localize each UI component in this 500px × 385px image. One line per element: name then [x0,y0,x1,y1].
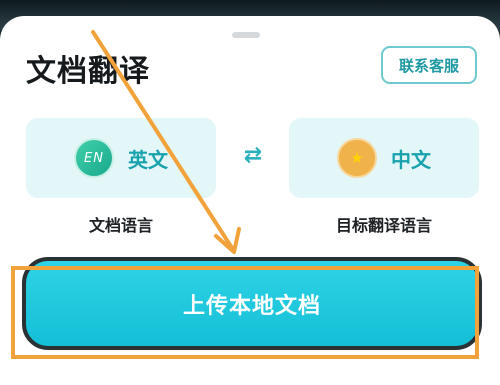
source-language-name: 英文 [128,147,168,172]
source-language-caption: 文档语言 [88,216,153,235]
target-language-name: 中文 [391,147,431,172]
target-language-caption: 目标翻译语言 [335,216,432,235]
china-flag-icon: ★ [337,138,377,178]
target-language-selector[interactable]: ★ 中文 [289,118,479,198]
sheet-drag-handle[interactable] [232,32,260,38]
upload-local-document-button[interactable]: 上传本地文档 [22,257,482,350]
english-flag-icon: EN [74,138,114,178]
source-language-selector[interactable]: EN 英文 [26,118,216,198]
page-title: 文档翻译 [26,54,150,89]
bottom-area [0,362,500,385]
contact-support-button[interactable]: 联系客服 [381,46,477,84]
swap-languages-icon[interactable]: ⇄ [238,140,268,170]
